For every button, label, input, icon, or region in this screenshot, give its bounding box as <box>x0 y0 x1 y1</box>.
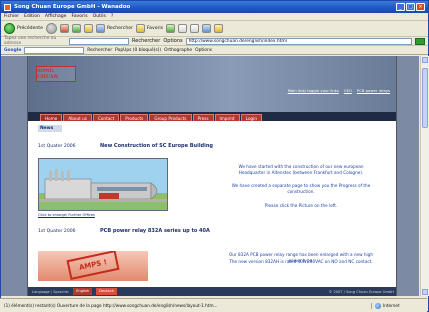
toolbar: Précédente Rechercher Favoris <box>1 21 428 37</box>
article-paragraph: We have started with the construction of… <box>238 164 364 175</box>
header-link[interactable]: PCB power relays <box>357 88 390 93</box>
menu-item[interactable]: Affichage <box>45 14 67 19</box>
site-nav: Home About us Contact Products Group Pro… <box>28 112 396 121</box>
search-button[interactable]: Rechercher <box>95 24 133 33</box>
article-title[interactable]: PCB power relay 832A series up to 40A <box>100 228 210 234</box>
vertical-scrollbar[interactable] <box>420 56 429 296</box>
building-image[interactable] <box>38 158 168 211</box>
lang-deutsch[interactable]: Deutsch <box>96 288 117 295</box>
article-date: 1st Quater 2006 <box>38 228 76 234</box>
back-button[interactable]: Précédente <box>4 23 43 34</box>
nav-contact[interactable]: Contact <box>92 114 120 121</box>
stop-icon[interactable] <box>59 24 69 33</box>
news-content: News 1st Quater 2006 New Construction of… <box>28 121 396 286</box>
article-header: 1st Quater 2006 PCB power relay 832A ser… <box>28 225 210 237</box>
spellcheck-button[interactable]: Orthographe <box>164 48 192 53</box>
scroll-down-icon[interactable] <box>422 289 428 295</box>
menu-item[interactable]: Outils <box>93 14 106 19</box>
header-link[interactable]: CEO <box>344 88 352 93</box>
nav-group-products[interactable]: Group Products <box>149 114 192 121</box>
app-icon <box>4 3 11 11</box>
edit-icon[interactable] <box>202 24 212 33</box>
forward-arrow-icon[interactable] <box>45 23 57 34</box>
lang-english[interactable]: English <box>73 288 93 295</box>
address-row: Tapez une recherche ou adresse Recherche… <box>1 36 428 46</box>
status-text: (1) élément(s) restant(s) Ouverture de l… <box>4 303 218 308</box>
print-icon[interactable] <box>190 24 200 33</box>
copyright: © 2007 / Song Chuan Europe GmbH <box>328 289 394 294</box>
nav-about[interactable]: About us <box>63 114 92 121</box>
messenger-icon[interactable] <box>214 24 224 33</box>
menu-bar: Fichier Edition Affichage Favoris Outils… <box>1 13 428 21</box>
google-options-button[interactable]: Options <box>195 48 212 53</box>
article-date: 1st Quater 2006 <box>38 143 76 149</box>
popup-blocker[interactable]: PopUps (0 bloqué(s)) <box>115 48 161 53</box>
status-bar: (1) élément(s) restant(s) Ouverture de l… <box>0 298 427 312</box>
back-label: Précédente <box>17 26 43 31</box>
menu-item[interactable]: Favoris <box>72 14 88 19</box>
amps-stamp: AMPS ! <box>66 251 120 280</box>
article-paragraph: We have created a separate page to show … <box>231 183 371 194</box>
back-arrow-icon <box>4 23 15 34</box>
minimize-icon[interactable]: _ <box>396 3 405 11</box>
search-go-label[interactable]: Rechercher <box>132 38 160 44</box>
favorites-button[interactable]: Favoris <box>135 24 164 33</box>
web-page: SONG CHUAN Main link/ toggle your links … <box>27 56 397 296</box>
relay-image[interactable]: AMPS ! <box>38 251 148 281</box>
nav-products[interactable]: Products <box>120 114 149 121</box>
menu-item[interactable]: Edition <box>24 14 40 19</box>
article-paragraph: Please click the Picture on the left. <box>264 203 338 208</box>
mail-icon[interactable] <box>178 24 188 33</box>
options-label[interactable]: Options <box>163 38 182 44</box>
go-icon[interactable] <box>415 37 425 45</box>
window-title: Song Chuan Europe GmbH - Wanadoo <box>14 4 131 10</box>
search-label: Rechercher <box>106 26 133 31</box>
google-toolbar: Google Rechercher PopUps (0 bloqué(s)) O… <box>1 46 428 55</box>
search-icon <box>95 24 105 33</box>
scroll-up-icon[interactable] <box>422 57 428 63</box>
nav-press[interactable]: Press <box>192 114 214 121</box>
building-illustration <box>39 159 167 210</box>
article-paragraph: The new version 832AH is rated 40A 240VA… <box>229 259 373 264</box>
site-header: SONG CHUAN Main link/ toggle your links … <box>28 56 396 112</box>
language-label: Language / Sprache: <box>32 289 70 294</box>
globe-icon <box>375 302 381 309</box>
home-icon[interactable] <box>83 24 93 33</box>
page-viewport: SONG CHUAN Main link/ toggle your links … <box>1 56 419 296</box>
image-caption[interactable]: Click to enlarge/ Further Offices <box>38 213 95 217</box>
google-search-button[interactable]: Rechercher <box>87 48 112 53</box>
nav-imprint[interactable]: Imprint <box>214 114 240 121</box>
zone-label: Internet <box>383 303 400 308</box>
google-search-input[interactable] <box>24 46 85 54</box>
header-link[interactable]: Main link/ toggle your links <box>288 88 339 93</box>
favorites-label: Favoris <box>146 26 164 31</box>
security-zone: Internet <box>371 302 423 309</box>
history-icon[interactable] <box>166 24 176 33</box>
refresh-icon[interactable] <box>71 24 81 33</box>
close-icon[interactable]: × <box>416 3 425 11</box>
menu-item[interactable]: Fichier <box>4 14 19 19</box>
maximize-icon[interactable]: □ <box>406 3 415 11</box>
google-logo: Google <box>4 47 22 53</box>
title-bar: Song Chuan Europe GmbH - Wanadoo _ □ × <box>1 1 428 13</box>
menu-item[interactable]: ? <box>111 14 113 19</box>
scroll-thumb[interactable] <box>422 68 428 128</box>
address-bar[interactable]: http://www.songchuan.de/english/index.ht… <box>185 37 412 45</box>
search-hint: Tapez une recherche ou adresse <box>4 36 57 46</box>
company-logo[interactable]: SONG CHUAN <box>36 66 76 82</box>
news-heading: News <box>38 125 62 132</box>
star-icon <box>135 24 145 33</box>
search-field[interactable] <box>69 37 129 45</box>
header-links: Main link/ toggle your links CEO PCB pow… <box>288 88 390 93</box>
nav-login[interactable]: Login <box>240 114 262 121</box>
article-title[interactable]: New Construction of SC Europe Building <box>100 143 213 149</box>
window-controls: _ □ × <box>396 3 425 11</box>
nav-home[interactable]: Home <box>40 114 63 121</box>
article-header: 1st Quater 2006 New Construction of SC E… <box>28 140 396 152</box>
site-footer: Language / Sprache: English Deutsch © 20… <box>28 287 396 296</box>
